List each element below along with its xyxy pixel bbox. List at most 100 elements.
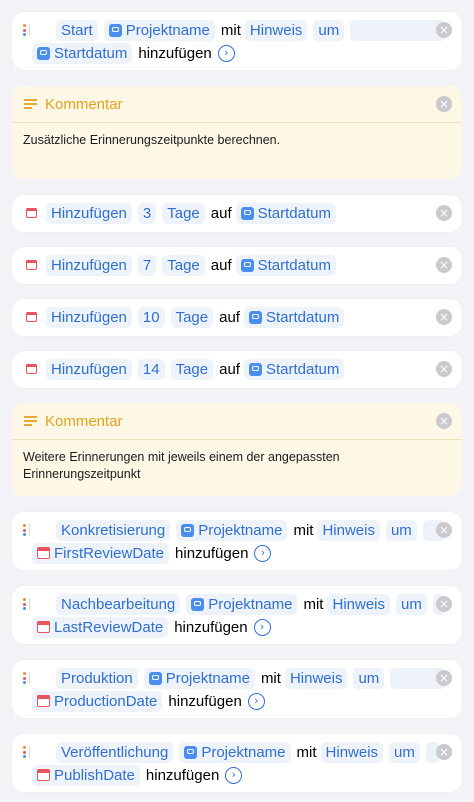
calendar-icon xyxy=(36,768,50,781)
um-token[interactable]: um xyxy=(385,519,417,541)
variable-label: Projektname xyxy=(198,521,283,539)
variable-label: PublishDate xyxy=(54,766,135,784)
variable-icon xyxy=(108,23,122,37)
close-icon[interactable]: × xyxy=(436,744,452,760)
close-icon[interactable]: × xyxy=(436,361,452,377)
amount-token[interactable]: 14 xyxy=(137,358,165,380)
variable-icon xyxy=(184,745,198,759)
variable-label: Startdatum xyxy=(257,204,331,222)
amount-token[interactable]: 10 xyxy=(137,306,165,328)
mit-text: mit xyxy=(220,21,241,39)
operation-token[interactable]: Hinzufügen xyxy=(46,254,132,276)
empty-field-token[interactable] xyxy=(350,19,447,41)
hinweis-token[interactable]: Hinweis xyxy=(244,19,308,41)
hinweis-token[interactable]: Hinweis xyxy=(327,593,390,615)
date-variable[interactable]: FirstReviewDate xyxy=(32,542,170,564)
chevron-right-icon[interactable]: › xyxy=(217,44,235,62)
comment-block-1[interactable]: Kommentar × Zusätzliche Erinnerungszeitp… xyxy=(12,86,462,179)
projektname-variable[interactable]: Projektname xyxy=(143,667,255,689)
calendar-icon xyxy=(25,311,37,322)
close-icon[interactable]: × xyxy=(436,96,452,112)
operation-token[interactable]: Hinzufügen xyxy=(46,306,132,328)
auf-text: auf xyxy=(219,360,240,378)
variable-label: Projektname xyxy=(165,669,250,687)
variable-label: Startdatum xyxy=(265,308,340,326)
chevron-right-icon[interactable]: › xyxy=(253,618,271,636)
variable-label: Startdatum xyxy=(54,44,128,62)
um-token[interactable]: um xyxy=(389,741,420,763)
add-reminder-action-konkretisierung[interactable]: Konkretisierung Projektname mit Hinweis … xyxy=(12,512,462,570)
close-icon[interactable]: × xyxy=(436,522,452,538)
add-reminder-action-nachbearbeitung[interactable]: Nachbearbeitung Projektname mit Hinweis … xyxy=(12,586,462,644)
reminder-title-token[interactable]: Produktion xyxy=(56,667,138,689)
date-variable[interactable]: ProductionDate xyxy=(32,690,163,712)
hinweis-token[interactable]: Hinweis xyxy=(317,519,380,541)
close-icon[interactable]: × xyxy=(436,596,452,612)
operation-token[interactable]: Hinzufügen xyxy=(46,202,132,224)
reminder-title-token[interactable]: Nachbearbeitung xyxy=(56,593,181,615)
close-icon[interactable]: × xyxy=(436,309,452,325)
projektname-variable[interactable]: Projektname xyxy=(179,741,291,763)
close-icon[interactable]: × xyxy=(436,205,452,221)
unit-token[interactable]: Tage xyxy=(162,254,205,276)
reminder-title-token[interactable]: Konkretisierung xyxy=(56,519,171,541)
variable-label: Projektname xyxy=(201,743,286,761)
startdatum-variable[interactable]: Startdatum xyxy=(243,306,345,328)
unit-token[interactable]: Tage xyxy=(170,358,214,380)
unit-token[interactable]: Tage xyxy=(162,202,205,224)
variable-label: Startdatum xyxy=(265,360,340,378)
operation-token[interactable]: Hinzufügen xyxy=(46,358,132,380)
auf-text: auf xyxy=(210,204,232,222)
variable-label: FirstReviewDate xyxy=(54,544,165,562)
comment-header: Kommentar × xyxy=(12,403,462,440)
amount-token[interactable]: 7 xyxy=(137,254,157,276)
um-token[interactable]: um xyxy=(353,667,385,689)
startdatum-variable[interactable]: Startdatum xyxy=(235,254,336,276)
add-to-date-action-3[interactable]: Hinzufügen 10 Tage auf Startdatum × xyxy=(12,299,462,336)
reminders-app-icon xyxy=(23,746,35,758)
hinzufuegen-text: hinzufügen xyxy=(145,766,220,784)
mit-text: mit xyxy=(293,521,314,539)
chevron-right-icon[interactable]: › xyxy=(247,692,265,710)
close-icon[interactable]: × xyxy=(436,22,452,38)
add-reminder-action-produktion[interactable]: Produktion Projektname mit Hinweis um Pr… xyxy=(12,660,462,718)
startdatum-variable[interactable]: Startdatum xyxy=(235,202,336,224)
chevron-right-icon[interactable]: › xyxy=(254,544,272,562)
close-icon[interactable]: × xyxy=(436,413,452,429)
add-to-date-action-2[interactable]: Hinzufügen 7 Tage auf Startdatum × xyxy=(12,247,462,284)
chevron-right-icon[interactable]: › xyxy=(225,766,243,784)
date-variable[interactable]: LastReviewDate xyxy=(32,616,169,638)
reminders-app-icon xyxy=(23,598,35,610)
variable-icon xyxy=(240,258,254,272)
um-token[interactable]: um xyxy=(396,593,427,615)
comment-text[interactable]: Weitere Erinnerungen mit jeweils einem d… xyxy=(23,449,443,483)
add-reminder-action-veroeffentlichung[interactable]: Veröffentlichung Projektname mit Hinweis… xyxy=(12,734,462,792)
close-icon[interactable]: × xyxy=(436,670,452,686)
projektname-variable[interactable]: Projektname xyxy=(103,19,215,41)
hinzufuegen-text: hinzufügen xyxy=(174,618,248,636)
date-variable[interactable]: PublishDate xyxy=(32,764,140,786)
hinweis-token[interactable]: Hinweis xyxy=(320,741,384,763)
hinweis-token[interactable]: Hinweis xyxy=(284,667,348,689)
amount-token[interactable]: 3 xyxy=(137,202,157,224)
projektname-variable[interactable]: Projektname xyxy=(176,519,288,541)
variable-label: Startdatum xyxy=(257,256,331,274)
startdatum-variable[interactable]: Startdatum xyxy=(243,358,345,380)
calendar-icon xyxy=(25,363,37,374)
comment-text[interactable]: Zusätzliche Erinnerungszeitpunkte berech… xyxy=(23,132,443,149)
startdatum-variable[interactable]: Startdatum xyxy=(32,42,133,64)
projektname-variable[interactable]: Projektname xyxy=(186,593,298,615)
mit-text: mit xyxy=(260,669,281,687)
add-to-date-action-4[interactable]: Hinzufügen 14 Tage auf Startdatum × xyxy=(12,351,462,388)
um-token[interactable]: um xyxy=(313,19,345,41)
hinzufuegen-text: hinzufügen xyxy=(168,692,242,710)
variable-label: ProductionDate xyxy=(54,692,158,710)
add-to-date-action-1[interactable]: Hinzufügen 3 Tage auf Startdatum × xyxy=(12,195,462,232)
unit-token[interactable]: Tage xyxy=(170,306,214,328)
add-reminder-action-start[interactable]: Start Projektname mit Hinweis um Startda… xyxy=(12,12,462,70)
comment-block-2[interactable]: Kommentar × Weitere Erinnerungen mit jew… xyxy=(12,403,462,496)
calendar-icon xyxy=(36,546,50,559)
close-icon[interactable]: × xyxy=(436,257,452,273)
reminder-title-token[interactable]: Start xyxy=(56,19,98,41)
reminder-title-token[interactable]: Veröffentlichung xyxy=(56,741,174,763)
